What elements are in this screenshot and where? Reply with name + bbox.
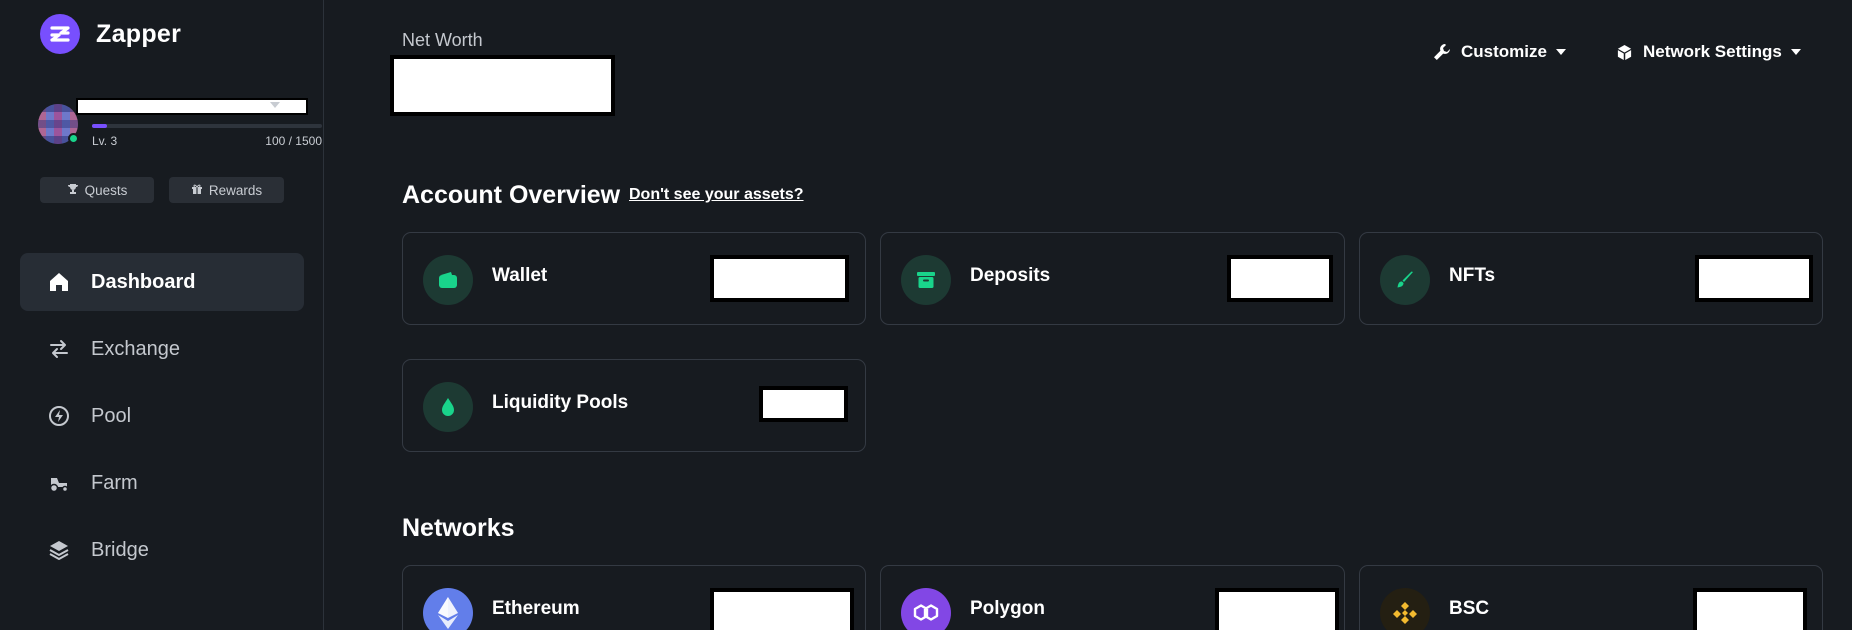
level-label: Lv. 3 <box>92 134 118 148</box>
liquidity-pools-card[interactable]: Liquidity Pools <box>402 359 866 452</box>
sidebar-item-farm[interactable]: Farm <box>20 454 304 512</box>
wallet-card[interactable]: Wallet <box>402 232 866 325</box>
sidebar-item-label: Bridge <box>91 538 149 561</box>
liquidity-pools-value-redacted <box>759 386 848 422</box>
card-label: Ethereum <box>492 598 580 619</box>
network-card-ethereum[interactable]: Ethereum <box>402 565 866 630</box>
archive-icon <box>901 255 951 305</box>
sidebar-item-label: Exchange <box>91 337 180 360</box>
tractor-icon <box>47 471 71 495</box>
deposits-value-redacted <box>1227 255 1333 302</box>
network-card-bsc[interactable]: BSC <box>1359 565 1823 630</box>
gift-icon <box>191 183 203 198</box>
account-overview-title: Account Overview <box>402 181 621 209</box>
brand[interactable]: Zapper <box>40 14 181 54</box>
nfts-value-redacted <box>1695 255 1813 302</box>
network-settings-label: Network Settings <box>1643 42 1782 61</box>
wrench-icon <box>1433 43 1451 61</box>
network-settings-button[interactable]: Network Settings <box>1616 42 1801 62</box>
zapper-logo-icon <box>40 14 80 54</box>
card-label: Deposits <box>970 265 1051 286</box>
bnb-icon <box>1380 588 1430 630</box>
wallet-value-redacted <box>710 255 849 302</box>
chevron-down-icon <box>1555 49 1566 55</box>
rewards-button[interactable]: Rewards <box>169 177 284 203</box>
deposits-card[interactable]: Deposits <box>880 232 1345 325</box>
sidebar-item-bridge[interactable]: Bridge <box>20 521 304 579</box>
networks-title: Networks <box>402 514 515 542</box>
quests-button[interactable]: Quests <box>40 177 154 203</box>
customize-button[interactable]: Customize <box>1433 42 1566 62</box>
net-worth-label: Net Worth <box>402 30 483 50</box>
quests-label: Quests <box>84 182 128 198</box>
brush-icon <box>1380 255 1430 305</box>
card-label: Liquidity Pools <box>492 392 629 413</box>
ethereum-icon <box>423 588 473 630</box>
customize-label: Customize <box>1461 42 1547 61</box>
card-label: Polygon <box>970 598 1045 619</box>
dashboard-main: Net Worth Customize Network Settings Acc… <box>325 0 1852 630</box>
sidebar-item-exchange[interactable]: Exchange <box>20 320 304 378</box>
swap-arrows-icon <box>47 337 71 361</box>
online-status-dot <box>68 133 79 144</box>
chevron-down-icon <box>1790 49 1801 55</box>
xp-label: 100 / 1500 <box>265 134 322 148</box>
sidebar: Zapper Lv. 3 100 / 1500 Quests Rewards D… <box>0 0 324 630</box>
profile-card[interactable]: Lv. 3 100 / 1500 <box>38 98 322 150</box>
ethereum-value-redacted <box>710 588 854 630</box>
sidebar-item-dashboard[interactable]: Dashboard <box>20 253 304 311</box>
sidebar-nav: Dashboard Exchange Pool Farm Bridge <box>20 253 304 588</box>
sidebar-item-pool[interactable]: Pool <box>20 387 304 445</box>
net-worth-value-redacted <box>390 55 615 116</box>
card-label: NFTs <box>1449 265 1496 286</box>
xp-progress-bar <box>92 124 322 128</box>
app-name: Zapper <box>96 19 182 48</box>
sidebar-item-label: Farm <box>91 471 138 494</box>
sidebar-item-label: Dashboard <box>91 270 196 293</box>
droplet-icon <box>423 382 473 432</box>
layers-icon <box>47 538 71 562</box>
rewards-label: Rewards <box>208 182 263 198</box>
profile-dropdown-icon[interactable] <box>270 102 280 108</box>
network-card-polygon[interactable]: Polygon <box>880 565 1345 630</box>
xp-progress-fill <box>92 124 108 128</box>
nfts-card[interactable]: NFTs <box>1359 232 1823 325</box>
polygon-value-redacted <box>1215 588 1339 630</box>
polygon-icon <box>901 588 951 630</box>
cube-icon <box>1616 44 1633 61</box>
wallet-icon <box>423 255 473 305</box>
trophy-icon <box>67 183 79 198</box>
card-label: BSC <box>1449 598 1490 619</box>
card-label: Wallet <box>492 265 548 286</box>
home-icon <box>47 270 71 294</box>
bsc-value-redacted <box>1693 588 1807 630</box>
missing-assets-link[interactable]: Don't see your assets? <box>629 186 804 204</box>
bolt-circle-icon <box>47 404 71 428</box>
sidebar-item-label: Pool <box>91 404 132 427</box>
